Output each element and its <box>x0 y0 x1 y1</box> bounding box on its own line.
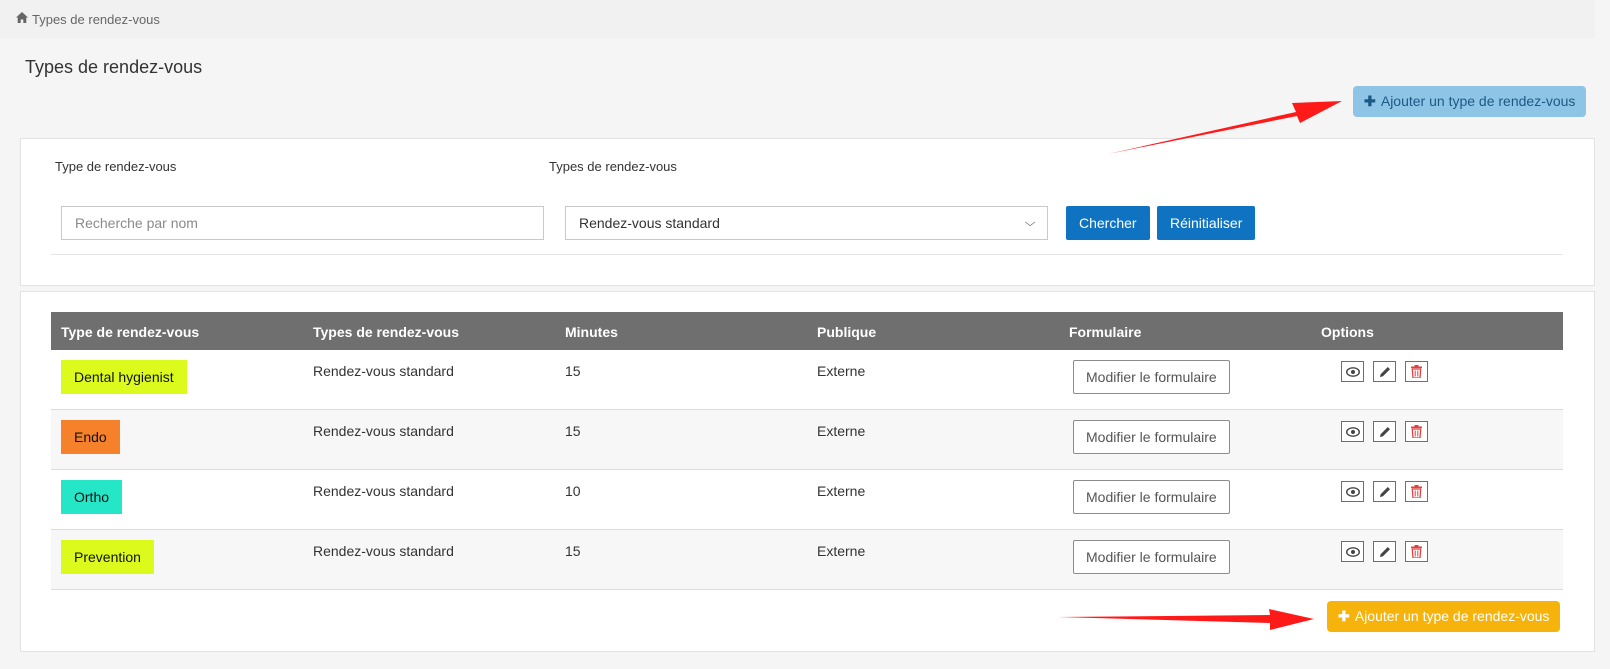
search-input[interactable] <box>61 206 544 240</box>
home-icon[interactable] <box>16 12 28 26</box>
trash-icon[interactable] <box>1405 361 1428 382</box>
trash-icon[interactable] <box>1405 481 1428 502</box>
table-row: Ortho Rendez-vous standard 10 Externe Mo… <box>51 470 1563 530</box>
minutes-cell: 10 <box>565 483 581 499</box>
pencil-icon[interactable] <box>1373 361 1396 382</box>
chevron-down-icon: ⌵ <box>1024 216 1036 229</box>
minutes-cell: 15 <box>565 423 581 439</box>
category-cell: Rendez-vous standard <box>313 423 454 439</box>
header-type: Type de rendez-vous <box>61 324 200 340</box>
filter-panel: Type de rendez-vous Types de rendez-vous… <box>20 138 1595 286</box>
pencil-icon[interactable] <box>1373 541 1396 562</box>
header-form: Formulaire <box>1069 324 1142 340</box>
table-row: Endo Rendez-vous standard 15 Externe Mod… <box>51 410 1563 470</box>
minutes-cell: 15 <box>565 543 581 559</box>
public-cell: Externe <box>817 483 866 499</box>
trash-icon[interactable] <box>1405 541 1428 562</box>
table-header: Type de rendez-vous Types de rendez-vous… <box>51 312 1563 350</box>
category-select-value: Rendez-vous standard <box>579 215 720 231</box>
table-row: Prevention Rendez-vous standard 15 Exter… <box>51 530 1563 590</box>
public-cell: Externe <box>817 423 866 439</box>
search-button[interactable]: Chercher <box>1066 206 1150 240</box>
pencil-icon[interactable] <box>1373 481 1396 502</box>
name-filter-label: Type de rendez-vous <box>55 159 177 174</box>
page-title: Types de rendez-vous <box>25 57 203 77</box>
plus-icon: ✚ <box>1364 93 1376 109</box>
plus-icon: ✚ <box>1338 608 1350 624</box>
edit-form-button[interactable]: Modifier le formulaire <box>1073 360 1230 394</box>
minutes-cell: 15 <box>565 363 581 379</box>
public-cell: Externe <box>817 363 866 379</box>
type-tag: Dental hygienist <box>61 360 187 394</box>
add-appointment-type-button-top[interactable]: ✚ Ajouter un type de rendez-vous <box>1353 86 1587 117</box>
edit-form-button[interactable]: Modifier le formulaire <box>1073 420 1230 454</box>
type-tag: Endo <box>61 420 120 454</box>
trash-icon[interactable] <box>1405 421 1428 442</box>
category-cell: Rendez-vous standard <box>313 543 454 559</box>
table-row: Dental hygienist Rendez-vous standard 15… <box>51 350 1563 410</box>
header-public: Publique <box>817 324 877 340</box>
public-cell: Externe <box>817 543 866 559</box>
eye-icon[interactable] <box>1341 361 1364 382</box>
eye-icon[interactable] <box>1341 481 1364 502</box>
category-cell: Rendez-vous standard <box>313 483 454 499</box>
add-appointment-type-label: Ajouter un type de rendez-vous <box>1380 93 1576 109</box>
filter-divider <box>51 254 1563 255</box>
reset-button[interactable]: Réinitialiser <box>1157 206 1256 240</box>
breadcrumb-current[interactable]: Types de rendez-vous <box>32 12 160 27</box>
category-select[interactable]: Rendez-vous standard ⌵ <box>565 206 1048 240</box>
edit-form-button[interactable]: Modifier le formulaire <box>1073 480 1230 514</box>
category-filter-label: Types de rendez-vous <box>549 159 677 174</box>
eye-icon[interactable] <box>1341 541 1364 562</box>
add-appointment-type-button-bottom[interactable]: ✚ Ajouter un type de rendez-vous <box>1327 601 1561 632</box>
type-tag: Ortho <box>61 480 123 514</box>
category-cell: Rendez-vous standard <box>313 363 454 379</box>
appointment-types-table-panel: Type de rendez-vous Types de rendez-vous… <box>20 291 1595 652</box>
eye-icon[interactable] <box>1341 421 1364 442</box>
type-tag: Prevention <box>61 540 154 574</box>
add-appointment-type-label: Ajouter un type de rendez-vous <box>1354 608 1550 624</box>
breadcrumb: Types de rendez-vous <box>0 0 1595 38</box>
header-category: Types de rendez-vous <box>313 324 460 340</box>
pencil-icon[interactable] <box>1373 421 1396 442</box>
header-options: Options <box>1321 324 1374 340</box>
edit-form-button[interactable]: Modifier le formulaire <box>1073 540 1230 574</box>
header-minutes: Minutes <box>565 324 618 340</box>
